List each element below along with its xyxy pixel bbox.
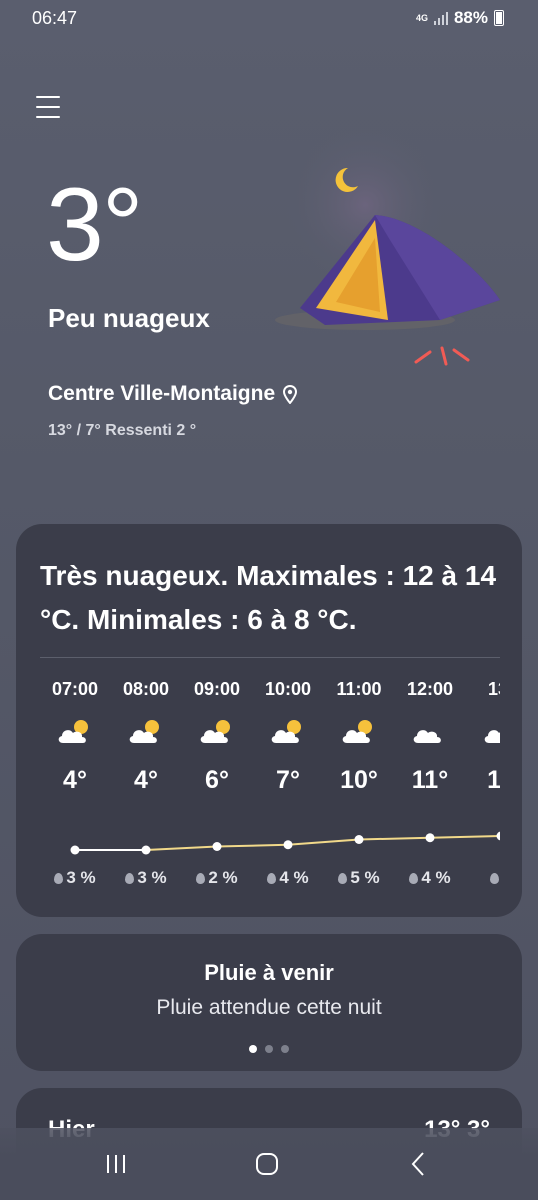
- hour-precipitation: 2 %: [182, 868, 252, 888]
- partly-cloudy-icon: [324, 710, 394, 754]
- page-dot: [249, 1045, 257, 1053]
- current-condition: Peu nuageux: [48, 303, 210, 333]
- divider: [40, 657, 500, 658]
- hour-time: 13:: [487, 679, 500, 699]
- hour-time: 07:00: [51, 679, 99, 699]
- trend-segment: [216, 843, 289, 848]
- hour-time: 11:00: [336, 679, 382, 699]
- hourly-scroll[interactable]: 07:00 4° 3 % 08:00 4° 3 % 09:00 6° 2 % 10:00 7° 4 %…: [40, 674, 500, 914]
- signal-strength-icon: [433, 11, 448, 25]
- precipitation-value: 3 %: [66, 868, 96, 887]
- hour-precipitation: 5 %: [324, 868, 394, 888]
- location-name: Centre Ville-Montaigne: [48, 382, 276, 405]
- system-navigation-bar: [0, 1128, 538, 1200]
- hourly-forecast-card[interactable]: Très nuageux. Maximales : 12 à 14 °C. Mi…: [16, 524, 522, 917]
- trend-point: [354, 835, 364, 844]
- trend-point: [425, 833, 435, 843]
- hour-precipitation: 7: [466, 868, 500, 888]
- trend-point: [70, 845, 80, 855]
- forecast-summary: Très nuageux. Maximales : 12 à 14 °C. Mi…: [40, 560, 497, 635]
- partly-cloudy-icon: [111, 710, 181, 754]
- raindrop-icon: [409, 873, 419, 884]
- raindrop-icon: [338, 873, 348, 884]
- hour-time: 09:00: [193, 679, 241, 699]
- hour-precipitation: 3 %: [111, 868, 181, 888]
- hour-temperature: 4°: [134, 766, 158, 794]
- trend-segment: [145, 845, 218, 851]
- partly-cloudy-icon: [40, 710, 110, 754]
- trend-segment: [287, 838, 360, 846]
- hour-temperature: 7°: [276, 766, 300, 794]
- hour-precipitation: 3 %: [40, 868, 110, 888]
- cloudy-icon: [395, 710, 465, 754]
- partly-cloudy-icon: [182, 710, 252, 754]
- hour-column: 07:00 4°: [40, 674, 110, 795]
- raindrop-icon: [196, 873, 206, 884]
- precipitation-value: 3 %: [137, 868, 167, 887]
- page-dot: [281, 1045, 289, 1053]
- home-icon: [256, 1153, 278, 1175]
- rain-alert-card[interactable]: Pluie à venir Pluie attendue cette nuit: [16, 934, 522, 1071]
- hour-time: 10:00: [264, 679, 312, 699]
- hour-column: 08:00 4°: [111, 674, 181, 795]
- back-button[interactable]: [398, 1146, 438, 1182]
- recent-apps-button[interactable]: [96, 1146, 136, 1182]
- page-indicator: [16, 1045, 522, 1053]
- hour-column: 13: 12: [466, 674, 500, 795]
- precipitation-value: 4 %: [421, 868, 451, 887]
- rain-alert-subtitle: Pluie attendue cette nuit: [156, 996, 382, 1019]
- home-button[interactable]: [247, 1146, 287, 1182]
- trend-segment: [358, 836, 431, 841]
- trend-point: [212, 842, 222, 851]
- raindrop-icon: [267, 873, 277, 884]
- status-time: 06:47: [32, 8, 78, 28]
- hour-temperature: 10°: [340, 766, 378, 794]
- status-bar: 06:47 4G 88%: [0, 0, 538, 36]
- battery-icon: [494, 10, 504, 26]
- hour-column: 11:00 10°: [324, 674, 394, 795]
- rain-alert-title: Pluie à venir: [204, 960, 334, 985]
- partly-cloudy-icon: [466, 710, 500, 754]
- location-pin-icon: [283, 384, 298, 404]
- trend-point: [141, 845, 151, 855]
- hour-column: 09:00 6°: [182, 674, 252, 795]
- status-icons: 4G 88%: [416, 8, 504, 28]
- hour-temperature: 12: [487, 766, 500, 794]
- hour-time: 12:00: [406, 679, 454, 699]
- menu-icon[interactable]: [36, 96, 60, 118]
- min-max-feels-like: 13° / 7° Ressenti 2 °: [48, 422, 197, 439]
- trend-point: [283, 840, 293, 850]
- trend-segment: [429, 835, 500, 839]
- trend-point: [496, 831, 500, 841]
- page-dot: [265, 1045, 273, 1053]
- current-temperature: 3°: [46, 167, 143, 283]
- precipitation-value: 4 %: [279, 868, 309, 887]
- hour-time: 08:00: [122, 679, 170, 699]
- precipitation-value: 5 %: [350, 868, 380, 887]
- hour-temperature: 6°: [205, 766, 229, 794]
- hour-column: 10:00 7°: [253, 674, 323, 795]
- recent-apps-icon: [107, 1155, 125, 1173]
- precipitation-value: 2 %: [208, 868, 238, 887]
- network-type-icon: 4G: [415, 12, 428, 23]
- hour-precipitation: 4 %: [253, 868, 323, 888]
- location-row[interactable]: Centre Ville-Montaigne: [48, 382, 298, 406]
- raindrop-icon: [125, 873, 135, 884]
- raindrop-icon: [54, 873, 64, 884]
- hour-precipitation: 4 %: [395, 868, 465, 888]
- hour-column: 12:00 11°: [395, 674, 465, 795]
- battery-percentage: 88%: [453, 8, 488, 27]
- hour-temperature: 11°: [411, 766, 449, 794]
- hour-temperature: 4°: [63, 766, 87, 794]
- partly-cloudy-icon: [253, 710, 323, 754]
- back-icon: [411, 1152, 424, 1176]
- raindrop-icon: [490, 873, 500, 884]
- night-tent-illustration: [275, 125, 500, 366]
